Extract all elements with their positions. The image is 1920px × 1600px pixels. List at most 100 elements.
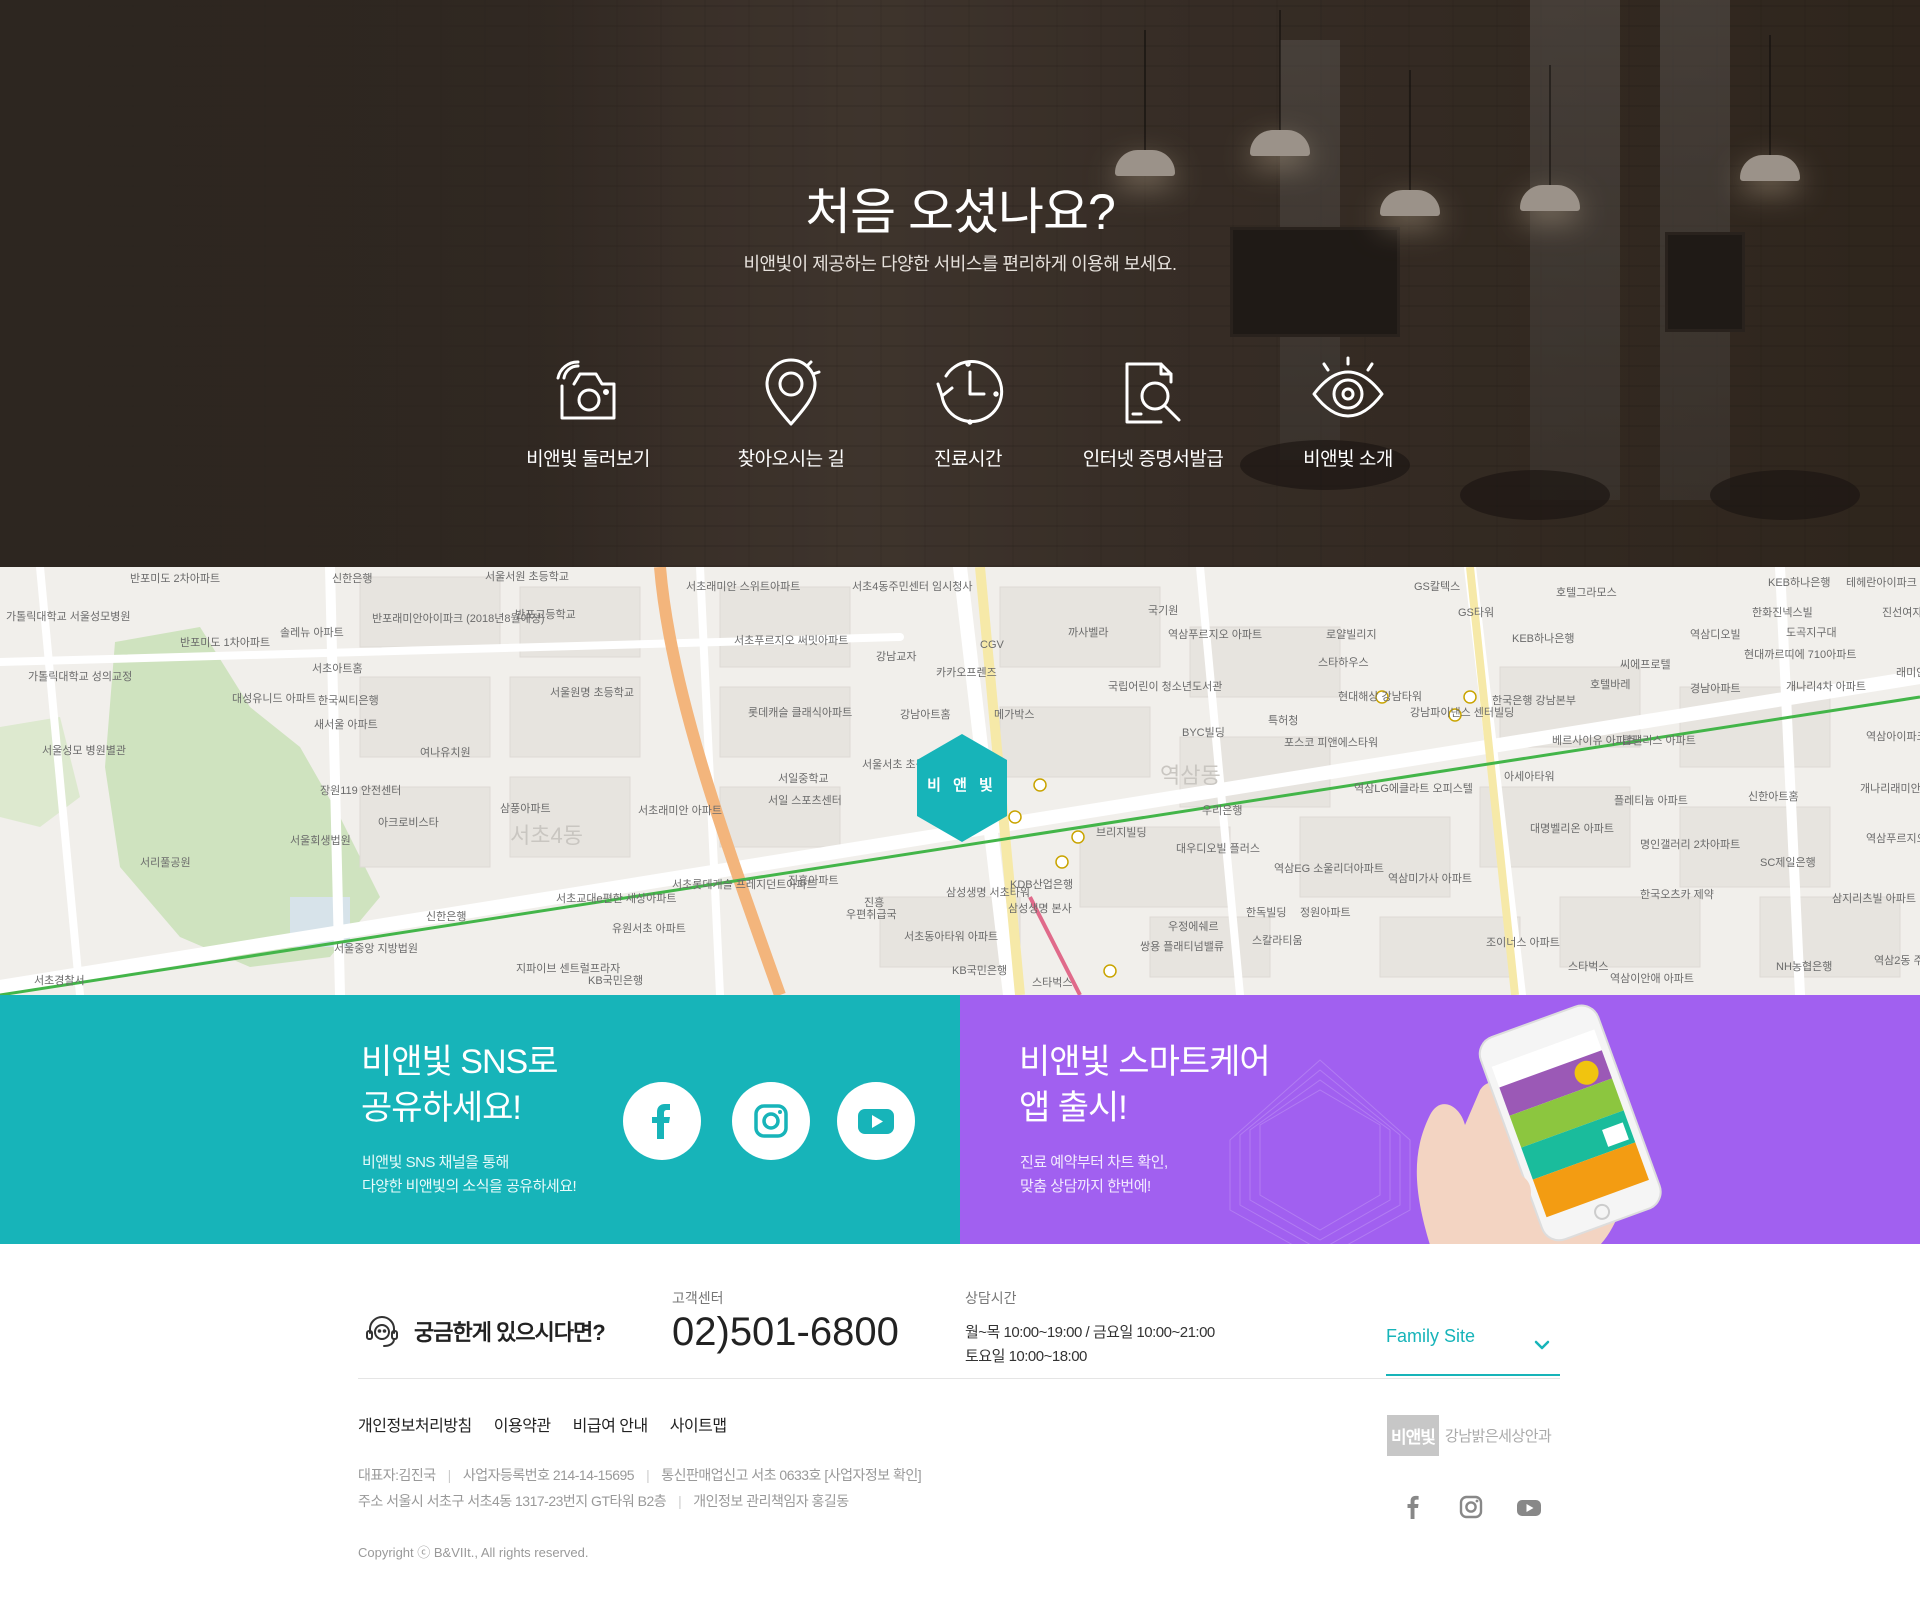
map-place-label: 강남파이낸스 센터빌딩 [1410, 707, 1515, 719]
footer-brand: 비앤빛 강남밝은세상안과 [1387, 1415, 1552, 1456]
service-hours[interactable]: 진료시간 [868, 356, 1068, 471]
map-place-label: GS칼텍스 [1414, 581, 1461, 593]
eye-icon [1312, 356, 1384, 418]
map-place-label: 로얄빌리지 [1326, 629, 1377, 641]
map-place-label: 유원서초 아파트 [612, 923, 686, 935]
map-place-label: 한화진넥스빌 [1752, 607, 1813, 619]
app-desc-line: 맞춤 상담까지 한번에! [1020, 1178, 1151, 1195]
document-search-icon [1125, 362, 1181, 424]
map-place-label: 스타벅스 [1032, 977, 1073, 989]
mail-order-number[interactable]: 통신판매업신고 서초 0633호 [사업자정보 확인] [661, 1467, 921, 1483]
map-place-label: 현대해상 강남타워 [1338, 691, 1423, 703]
service-about[interactable]: 비앤빛 소개 [1248, 356, 1448, 471]
sns-title-line: 비앤빛 SNS로 [361, 1043, 558, 1081]
map-place-label: 반포미도 1차아파트 [180, 637, 271, 649]
service-label: 찾아오시는 길 [737, 449, 845, 470]
map-place-label: 역삼EG 소울리더아파트 [1274, 863, 1385, 875]
map-district-label: 서초4동 [510, 823, 583, 848]
map-place-label: 서일 스포츠센터 [768, 795, 842, 807]
footer-links: 개인정보처리방침 이용약관 비급여 안내 사이트맵 [358, 1412, 749, 1436]
app-title-line: 비앤빛 스마트케어 [1019, 1043, 1271, 1081]
map-place-label: 대성유니드 아파트 [232, 693, 317, 705]
facebook-button[interactable] [623, 1082, 701, 1160]
map-place-label: 역삼LG에클라트 오피스텔 [1354, 783, 1473, 795]
instagram-icon [754, 1104, 788, 1138]
map-place-label: 반포미도 2차아파트 [130, 573, 221, 585]
clinic-location-marker[interactable]: 비 앤 빛 [913, 732, 1011, 844]
separator: | [646, 1467, 650, 1483]
map-place-label: 대명벨리온 아파트 [1530, 823, 1615, 835]
map-place-label: BYC빌딩 [1182, 727, 1225, 739]
map-place-label: 국립어린이 청소년도서관 [1108, 681, 1223, 693]
cs-phone-number[interactable]: 02)501-6800 [672, 1310, 899, 1355]
marker-label: 비 앤 빛 [927, 777, 997, 794]
map-place-label: 역삼2동 주민센터 [1874, 955, 1920, 967]
map-place-label: 진선여자 고등학교 [1882, 607, 1920, 619]
service-certificate[interactable]: 인터넷 증명서발급 [1053, 356, 1253, 471]
service-tour[interactable]: 비앤빛 둘러보기 [488, 356, 688, 471]
map-place-label: 현대까르띠에 710아파트 [1744, 649, 1857, 661]
sns-title-line: 공유하세요! [361, 1089, 522, 1127]
map-place-label: 한독빌딩 [1246, 907, 1287, 919]
footer-instagram-link[interactable] [1456, 1492, 1486, 1522]
map-place-label: 서울서원 초등학교 [485, 571, 570, 583]
chevron-down-icon [1534, 1340, 1550, 1350]
map-place-label: 메가박스 [994, 709, 1035, 721]
map-place-label: 서초래미안 스위트아파트 [686, 581, 801, 593]
footer-youtube-link[interactable] [1514, 1492, 1544, 1522]
map-place-label: 새서울 아파트 [314, 719, 378, 731]
map-place-label: KB국민은행 [952, 965, 1008, 977]
location-map[interactable]: 반포미도 2차아파트 신한은행 서울서원 초등학교 반포고등학교 가톨릭대학교 … [0, 567, 1920, 995]
separator: | [678, 1493, 682, 1509]
app-title: 비앤빛 스마트케어 앱 출시! [1019, 1039, 1271, 1131]
app-banner[interactable]: 비앤빛 스마트케어 앱 출시! 진료 예약부터 차트 확인, 맞춤 상담까지 한… [960, 995, 1920, 1244]
map-place-label: 신한아트홈 [1748, 791, 1799, 803]
map-place-label: 강남교자 [876, 651, 917, 663]
youtube-button[interactable] [837, 1082, 915, 1160]
facebook-icon [1407, 1495, 1419, 1519]
instagram-button[interactable] [732, 1082, 810, 1160]
map-district-label: 역삼동 [1160, 763, 1221, 788]
map-place-label: 삼풍아파트 [500, 803, 551, 815]
map-place-label: 서초아트홈 [312, 663, 363, 675]
sns-description: 비앤빛 SNS 채널을 통해 다양한 비앤빛의 소식을 공유하세요! [362, 1151, 577, 1199]
map-place-label: 서초푸르지오 써밋아파트 [734, 635, 849, 647]
youtube-icon [1517, 1500, 1541, 1516]
map-place-label: 포스코 피앤에스타워 [1284, 737, 1379, 749]
map-place-label: 서울원명 초등학교 [550, 687, 635, 699]
link-terms[interactable]: 이용약관 [494, 1412, 551, 1436]
map-place-label: 서리풀공원 [140, 857, 191, 869]
app-description: 진료 예약부터 차트 확인, 맞춤 상담까지 한번에! [1020, 1151, 1168, 1199]
hero-section: 처음 오셨나요? 비앤빛이 제공하는 다양한 서비스를 편리하게 이용해 보세요… [0, 0, 1920, 567]
inquiry-text: 궁금한게 있으시다면? [414, 1320, 606, 1345]
link-privacy-policy[interactable]: 개인정보처리방침 [358, 1412, 472, 1436]
brand-name: 강남밝은세상안과 [1444, 1428, 1552, 1445]
map-place-label: 장원119 안전센터 [320, 785, 402, 797]
map-place-label: 조이너스 아파트 [1486, 937, 1560, 949]
location-pin-icon [765, 358, 821, 426]
map-place-label: 반포래미안아이파크 (2018년8월예정) [372, 613, 545, 625]
service-directions[interactable]: 찾아오시는 길 [691, 356, 891, 471]
map-place-label: 우리은행 [1202, 805, 1243, 817]
map-place-label: 스칼라티움 [1252, 935, 1303, 947]
map-place-label: 국기원 [1148, 605, 1179, 617]
business-number: 사업자등록번호 214-14-15695 [462, 1467, 635, 1483]
map-place-label: 아크로비스타 [378, 817, 439, 829]
map-place-label: 서초동아타워 아파트 [904, 931, 999, 943]
link-non-covered-fees[interactable]: 비급여 안내 [573, 1412, 649, 1436]
map-place-label: 카카오프렌즈 [936, 667, 997, 679]
map-place-label: 우정에쉐르 [1168, 921, 1219, 933]
footer-facebook-link[interactable] [1398, 1492, 1428, 1522]
service-label: 진료시간 [934, 449, 1002, 470]
family-site-label: Family Site [1386, 1326, 1476, 1346]
map-place-label: 스타하우스 [1318, 657, 1369, 669]
map-place-label: 가톨릭대학교 서울성모병원 [6, 611, 131, 623]
link-sitemap[interactable]: 사이트맵 [670, 1412, 727, 1436]
hours-weekday: 월~목 10:00~19:00 / 금요일 10:00~21:00 [965, 1324, 1215, 1341]
map-place-label: 서초래미안 아파트 [638, 805, 723, 817]
map-place-label: 역삼이안애 아파트 [1610, 973, 1695, 985]
map-place-label: 쌍용 플래티넘밸류 [1140, 941, 1225, 953]
family-site-select[interactable]: Family Site [1386, 1326, 1560, 1376]
inquiry-block: 궁금한게 있으시다면? [364, 1313, 606, 1349]
cs-label: 고객센터 [672, 1290, 724, 1306]
